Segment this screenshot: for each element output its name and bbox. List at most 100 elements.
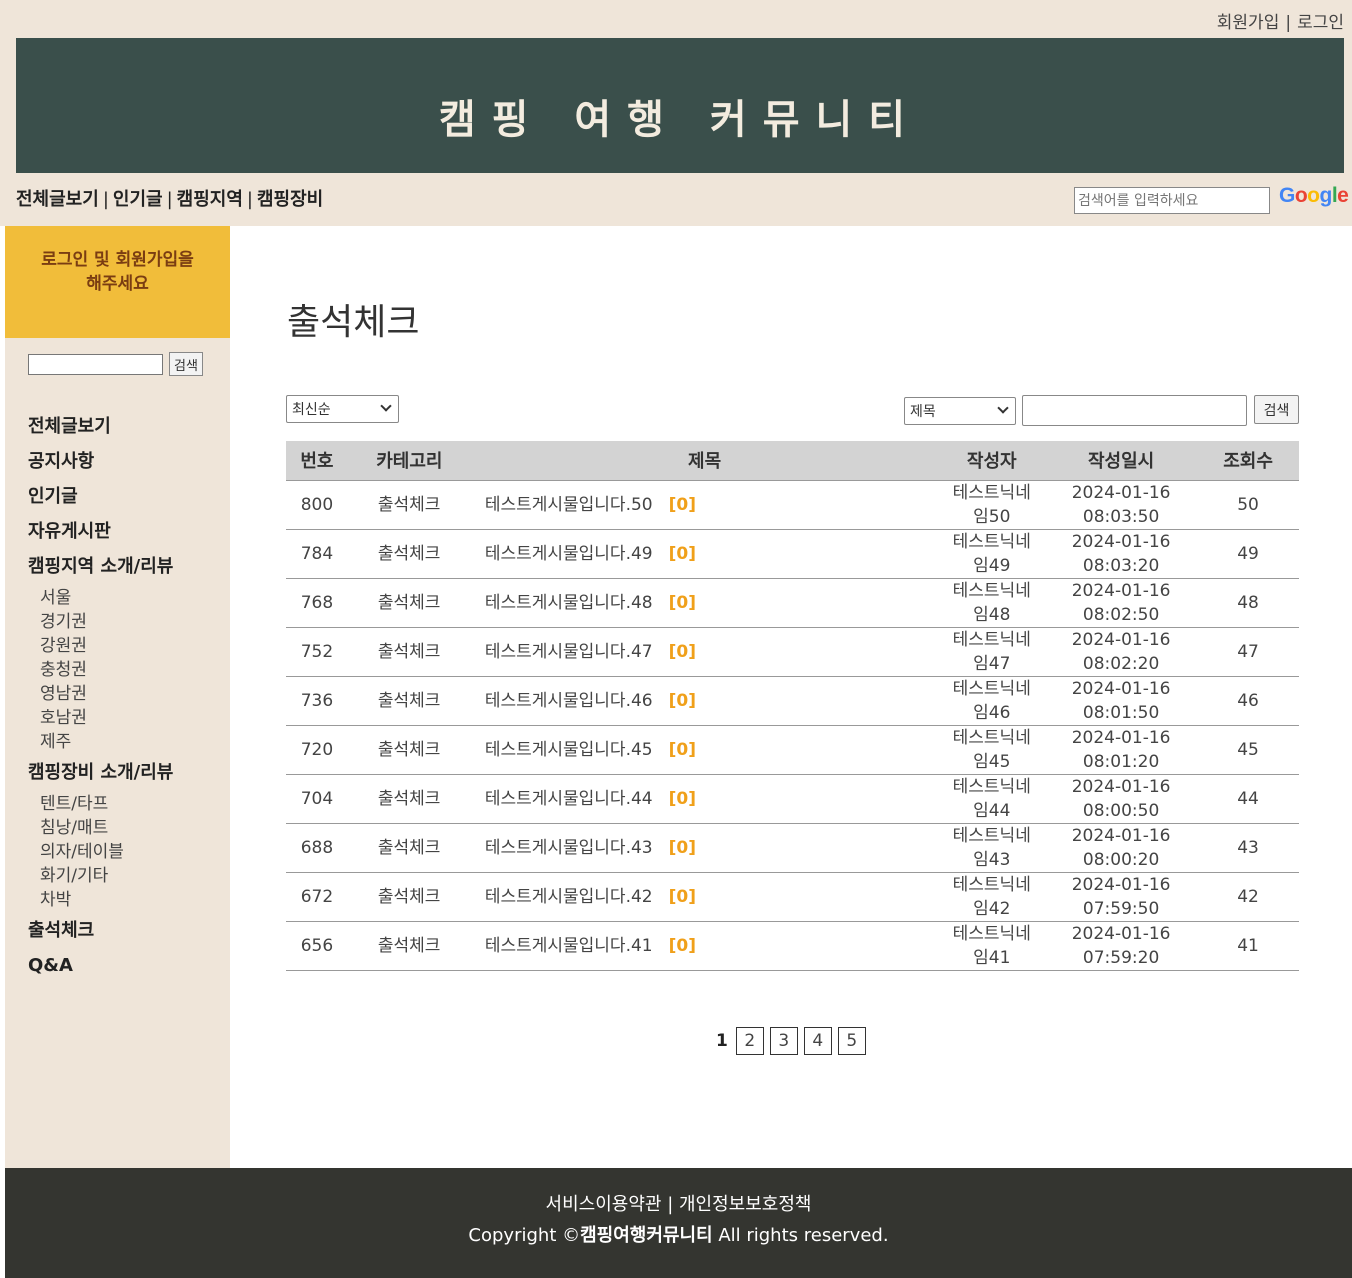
table-row[interactable]: 704 출석체크 테스트게시물입니다.44 [0] 테스트닉네 임44 2024-01-16… <box>286 774 1299 824</box>
sidebar-subitem[interactable]: 화기/기타 <box>40 864 173 888</box>
site-banner[interactable]: 캠핑 여행 커뮤니티 <box>16 38 1344 173</box>
post-date-day: 2024-01-16 <box>1071 629 1171 650</box>
google-logo-icon[interactable]: Google <box>1279 184 1349 208</box>
sidebar-search-input[interactable] <box>28 354 163 375</box>
post-category: 출석체크 <box>347 872 471 922</box>
table-row[interactable]: 688 출석체크 테스트게시물입니다.43 [0] 테스트닉네 임43 2024-01-16… <box>286 823 1299 873</box>
post-title-link[interactable]: 테스트게시물입니다.42 <box>485 887 653 907</box>
table-row[interactable]: 768 출석체크 테스트게시물입니다.48 [0] 테스트닉네 임48 2024-01-16… <box>286 578 1299 628</box>
sidebar-item[interactable]: 자유게시판 <box>28 521 173 556</box>
post-writer-line1: 테스트닉네 <box>952 678 1031 699</box>
page-link[interactable]: 5 <box>837 1027 866 1055</box>
post-title-link[interactable]: 테스트게시물입니다.50 <box>485 495 653 515</box>
post-title-cell: 테스트게시물입니다.41 [0] <box>470 921 939 971</box>
post-number: 784 <box>286 529 348 579</box>
google-logo-letter: o <box>1307 184 1320 207</box>
sidebar-subitem[interactable]: 경기권 <box>40 610 173 634</box>
page-link[interactable]: 4 <box>803 1027 832 1055</box>
current-page: 1 <box>716 1031 728 1051</box>
sidebar-submenu: 텐트/타프 침낭/매트 의자/테이블 화기/기타 차박 <box>40 792 173 912</box>
sidebar-item[interactable]: 공지사항 <box>28 451 173 486</box>
nav-popular[interactable]: 인기글 <box>113 189 163 210</box>
copyright-prefix: Copyright © <box>468 1225 581 1246</box>
post-title-link[interactable]: 테스트게시물입니다.47 <box>485 642 653 662</box>
sidebar-item[interactable]: 출석체크 <box>28 920 173 955</box>
nav-all-posts[interactable]: 전체글보기 <box>16 189 99 210</box>
nav-camping-region[interactable]: 캠핑지역 <box>177 189 243 210</box>
top-links: 회원가입 | 로그인 <box>1217 8 1344 33</box>
post-date-time: 07:59:50 <box>1082 898 1160 919</box>
google-logo-letter: o <box>1294 184 1308 207</box>
post-title-link[interactable]: 테스트게시물입니다.43 <box>485 838 653 858</box>
comment-count: [0] <box>668 739 696 760</box>
google-search-input[interactable] <box>1074 187 1270 214</box>
post-views: 45 <box>1197 725 1299 775</box>
sidebar-item[interactable]: 전체글보기 <box>28 416 173 451</box>
post-category: 출석체크 <box>347 480 471 530</box>
post-title-link[interactable]: 테스트게시물입니다.45 <box>485 740 653 760</box>
sidebar-subitem[interactable]: 호남권 <box>40 706 173 730</box>
post-writer: 테스트닉네 임45 <box>938 725 1046 775</box>
sidebar-menu: 전체글보기 공지사항 인기글 자유게시판 캠핑지역 소개/리뷰 서울 경기권 강원권 충청권 영남… <box>28 416 173 990</box>
header: 회원가입 | 로그인 캠핑 여행 커뮤니티 전체글보기 | 인기글 | 캠핑지역 | 캠핑장비 … <box>0 0 1352 226</box>
nav-camping-gear[interactable]: 캠핑장비 <box>257 189 323 210</box>
sidebar-subitem[interactable]: 텐트/타프 <box>40 792 173 816</box>
post-title-link[interactable]: 테스트게시물입니다.49 <box>485 544 653 564</box>
comment-count: [0] <box>668 494 696 515</box>
table-row[interactable]: 672 출석체크 테스트게시물입니다.42 [0] 테스트닉네 임42 2024-01-16… <box>286 872 1299 922</box>
site-title[interactable]: 캠핑 여행 커뮤니티 <box>16 87 1344 145</box>
board-search-input[interactable] <box>1022 395 1247 426</box>
sidebar-subitem[interactable]: 충청권 <box>40 658 173 682</box>
post-writer-line2: 임47 <box>973 653 1011 674</box>
board-search-button[interactable]: 검색 <box>1254 395 1299 424</box>
sidebar-subitem[interactable]: 차박 <box>40 888 173 912</box>
sidebar-search-button[interactable]: 검색 <box>169 352 203 376</box>
sidebar-subitem[interactable]: 서울 <box>40 586 173 610</box>
table-row[interactable]: 784 출석체크 테스트게시물입니다.49 [0] 테스트닉네 임49 2024-01-16… <box>286 529 1299 579</box>
sidebar-subitem[interactable]: 강원권 <box>40 634 173 658</box>
post-writer: 테스트닉네 임48 <box>938 578 1046 628</box>
col-writer: 작성자 <box>938 441 1046 481</box>
login-prompt[interactable]: 로그인 및 회원가입을 해주세요 <box>5 226 230 338</box>
post-title-link[interactable]: 테스트게시물입니다.46 <box>485 691 653 711</box>
signup-link[interactable]: 회원가입 <box>1217 13 1280 33</box>
post-writer: 테스트닉네 임43 <box>938 823 1046 873</box>
table-row[interactable]: 800 출석체크 테스트게시물입니다.50 [0] 테스트닉네 임50 2024-01-16… <box>286 480 1299 530</box>
table-row[interactable]: 736 출석체크 테스트게시물입니다.46 [0] 테스트닉네 임46 2024-01-16… <box>286 676 1299 726</box>
sidebar-subitem[interactable]: 의자/테이블 <box>40 840 173 864</box>
login-link[interactable]: 로그인 <box>1297 13 1344 33</box>
sidebar-item[interactable]: 인기글 <box>28 486 173 521</box>
post-date-time: 08:01:50 <box>1082 702 1160 723</box>
table-row[interactable]: 752 출석체크 테스트게시물입니다.47 [0] 테스트닉네 임47 2024-01-16… <box>286 627 1299 677</box>
post-category: 출석체크 <box>347 578 471 628</box>
post-category: 출석체크 <box>347 725 471 775</box>
post-title-link[interactable]: 테스트게시물입니다.44 <box>485 789 653 809</box>
post-title-cell: 테스트게시물입니다.49 [0] <box>470 529 939 579</box>
post-number: 672 <box>286 872 348 922</box>
post-title-link[interactable]: 테스트게시물입니다.48 <box>485 593 653 613</box>
post-number: 752 <box>286 627 348 677</box>
sidebar-item[interactable]: Q&A <box>28 955 173 990</box>
page-link[interactable]: 3 <box>769 1027 798 1055</box>
comment-count: [0] <box>668 886 696 907</box>
sidebar-subitem[interactable]: 영남권 <box>40 682 173 706</box>
post-title-cell: 테스트게시물입니다.46 [0] <box>470 676 939 726</box>
post-writer-line2: 임44 <box>973 800 1011 821</box>
search-field-select[interactable]: 제목 <box>904 397 1016 425</box>
sort-select[interactable]: 최신순 <box>286 395 399 423</box>
comment-count: [0] <box>668 592 696 613</box>
col-title: 제목 <box>470 441 939 481</box>
post-title-cell: 테스트게시물입니다.48 [0] <box>470 578 939 628</box>
post-date-day: 2024-01-16 <box>1071 776 1171 797</box>
table-row[interactable]: 720 출석체크 테스트게시물입니다.45 [0] 테스트닉네 임45 2024-01-16… <box>286 725 1299 775</box>
post-title-link[interactable]: 테스트게시물입니다.41 <box>485 936 653 956</box>
page-link[interactable]: 2 <box>735 1027 764 1055</box>
post-date-day: 2024-01-16 <box>1071 825 1171 846</box>
footer-links[interactable]: 서비스이용약관 | 개인정보보호정책 <box>5 1190 1352 1216</box>
post-title-cell: 테스트게시물입니다.47 [0] <box>470 627 939 677</box>
post-date: 2024-01-16 08:01:20 <box>1045 725 1198 775</box>
sidebar-subitem[interactable]: 제주 <box>40 730 173 754</box>
sidebar-subitem[interactable]: 침낭/매트 <box>40 816 173 840</box>
login-prompt-line1: 로그인 및 회원가입을 <box>41 250 194 270</box>
table-row[interactable]: 656 출석체크 테스트게시물입니다.41 [0] 테스트닉네 임41 2024-01-16… <box>286 921 1299 971</box>
